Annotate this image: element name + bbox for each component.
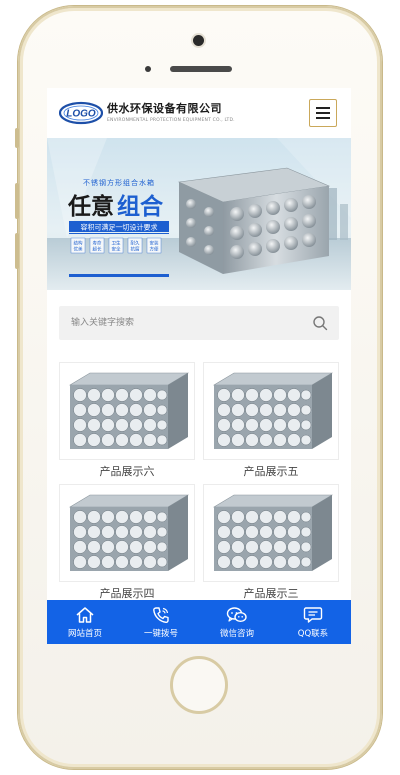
home-icon	[76, 606, 94, 623]
proximity-sensor	[145, 66, 151, 72]
company-english-name: ENVIRONMENTAL PROTECTION EQUIPMENT CO., …	[107, 118, 235, 123]
feature-1-line1: 结构	[74, 240, 83, 247]
water-tank-image	[68, 494, 190, 571]
feature-5-line2: 方便	[150, 246, 159, 253]
banner-graphic: 不锈钢方形组合水箱 任意 组合 容积可满足一切设计要求 结构 优美 寿命 超长 …	[47, 138, 351, 290]
hero-banner[interactable]: 不锈钢方形组合水箱 任意 组合 容积可满足一切设计要求 结构 优美 寿命 超长 …	[47, 138, 351, 290]
feature-4-line1: 耐久	[131, 240, 140, 247]
product-image[interactable]	[59, 362, 195, 460]
product-card[interactable]: 产品展示三	[203, 484, 339, 601]
product-caption[interactable]: 产品展示六	[59, 463, 195, 479]
nav-call[interactable]: 一键拨号	[123, 600, 199, 644]
mute-switch	[15, 128, 19, 148]
product-card[interactable]: 产品展示六	[59, 362, 195, 479]
company-name: 供水环保设备有限公司	[107, 102, 222, 115]
nav-qq-label: QQ联系	[297, 628, 329, 639]
product-caption[interactable]: 产品展示五	[203, 463, 339, 479]
logo-icon[interactable]: LOGO	[59, 101, 103, 125]
product-card[interactable]: 产品展示四	[59, 484, 195, 601]
message-icon	[303, 606, 323, 623]
front-camera	[193, 35, 204, 46]
bottom-nav: 网站首页 一键拨号 微信咨询 QQ联系	[47, 600, 351, 644]
hamburger-line	[316, 107, 330, 109]
search-input[interactable]	[59, 306, 309, 340]
water-tank-image	[68, 372, 190, 449]
search-bar	[59, 306, 339, 340]
product-caption[interactable]: 产品展示四	[59, 585, 195, 601]
feature-3-line1: 卫生	[112, 240, 121, 247]
nav-wechat[interactable]: 微信咨询	[199, 600, 275, 644]
phone-icon	[153, 606, 169, 623]
site-header: LOGO 供水环保设备有限公司 ENVIRONMENTAL PROTECTION…	[47, 88, 351, 138]
banner-top-line: 不锈钢方形组合水箱	[83, 178, 155, 187]
phone-screen: LOGO 供水环保设备有限公司 ENVIRONMENTAL PROTECTION…	[47, 88, 351, 644]
water-tank-image	[212, 494, 334, 571]
product-caption[interactable]: 产品展示三	[203, 585, 339, 601]
banner-headline-part2: 组合	[117, 193, 164, 220]
hamburger-line	[316, 117, 330, 119]
volume-up-button	[15, 183, 19, 219]
feature-2-line1: 寿命	[93, 240, 102, 247]
nav-call-label: 一键拨号	[143, 628, 178, 639]
product-image[interactable]	[203, 484, 339, 582]
feature-2-line2: 超长	[93, 246, 102, 253]
hamburger-line	[316, 112, 330, 114]
nav-wechat-label: 微信咨询	[219, 628, 254, 639]
product-image[interactable]	[59, 484, 195, 582]
home-button[interactable]	[170, 656, 228, 714]
feature-1-line2: 优美	[74, 246, 83, 253]
feature-5-line1: 安装	[150, 240, 159, 247]
water-tank-image	[212, 372, 334, 449]
banner-headline-part1: 任意	[67, 193, 114, 220]
earpiece-speaker	[170, 66, 232, 72]
nav-home-label: 网站首页	[67, 628, 102, 639]
nav-home[interactable]: 网站首页	[47, 600, 123, 644]
brand-block: 供水环保设备有限公司 ENVIRONMENTAL PROTECTION EQUI…	[107, 100, 235, 123]
logo-text: LOGO	[66, 109, 96, 120]
nav-qq[interactable]: QQ联系	[275, 600, 351, 644]
product-card[interactable]: 产品展示五	[203, 362, 339, 479]
feature-3-line2: 安全	[112, 246, 121, 253]
wechat-icon	[226, 606, 247, 622]
menu-button[interactable]	[309, 99, 337, 127]
search-icon[interactable]	[309, 312, 331, 334]
feature-4-line2: 抗腐	[131, 246, 140, 253]
product-image[interactable]	[203, 362, 339, 460]
banner-subline: 容积可满足一切设计要求	[81, 223, 158, 232]
volume-down-button	[15, 233, 19, 269]
